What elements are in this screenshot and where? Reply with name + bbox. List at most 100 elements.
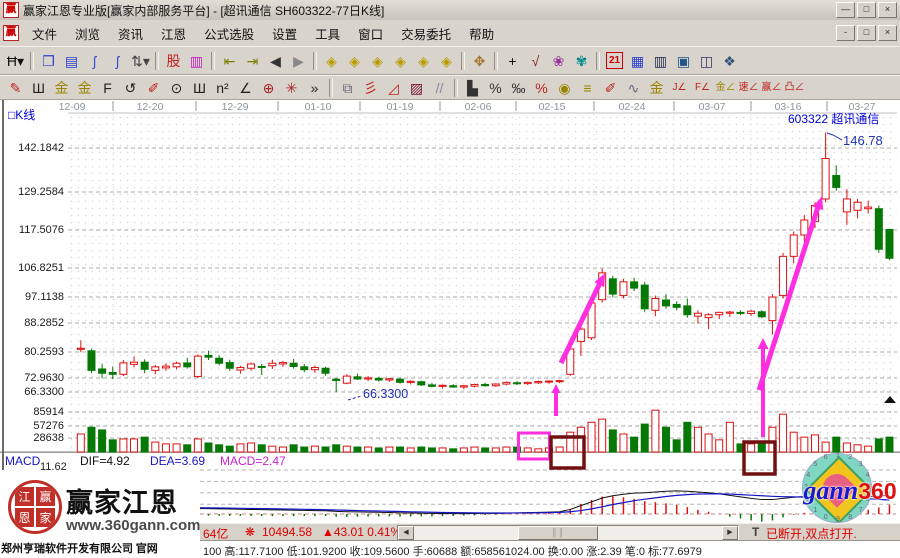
wave-line-icon[interactable]: ∿	[622, 77, 645, 99]
gann-compress-v-icon[interactable]: ◈	[435, 50, 458, 72]
menu-江恩[interactable]: 江恩	[152, 24, 195, 43]
ruler-icon[interactable]: ▙	[461, 77, 484, 99]
low-price-label: 66.3300	[363, 387, 408, 401]
compass-icon[interactable]: ⊕	[257, 77, 280, 99]
spiral-icon[interactable]: ↺	[119, 77, 142, 99]
report-icon[interactable]: ▤	[60, 50, 83, 72]
gann360-rim-digit: 1	[836, 452, 840, 459]
gann-expand-h-icon[interactable]: ◈	[366, 50, 389, 72]
price-axis-label: 106.8251	[2, 262, 64, 274]
parallel-icon[interactable]: //	[428, 77, 451, 99]
wave-a-icon[interactable]: ʃ	[83, 50, 106, 72]
rocket-pen-icon[interactable]: ✐	[142, 77, 165, 99]
menu-设置[interactable]: 设置	[263, 24, 306, 43]
brush2-icon[interactable]: ✐	[599, 77, 622, 99]
gann-zoom-in-icon[interactable]: ◈	[343, 50, 366, 72]
angle-icon[interactable]: ∠	[234, 77, 257, 99]
menu-工具[interactable]: 工具	[306, 24, 349, 43]
period-dropdown[interactable]: Ħ▾	[4, 50, 27, 72]
f-grid-icon[interactable]: F	[96, 77, 119, 99]
gann360-rim-digit: 6	[824, 454, 828, 461]
win-line-icon[interactable]: 赢∠	[760, 77, 783, 99]
cycle-dropdown[interactable]: ⇅▾	[129, 50, 152, 72]
first-page-icon[interactable]: ⇤	[218, 50, 241, 72]
gann-zoom-out-icon[interactable]: ◈	[320, 50, 343, 72]
window-close-button[interactable]: ×	[878, 2, 897, 18]
last-page-icon[interactable]: ⇥	[241, 50, 264, 72]
toolbar-separator	[313, 52, 317, 70]
child-minimize-button[interactable]: -	[836, 25, 855, 41]
gold-line2-icon[interactable]: 金∠	[714, 77, 737, 99]
notes-icon[interactable]: ▥	[649, 50, 672, 72]
j-line-icon[interactable]: J∠	[668, 77, 691, 99]
calendar-icon[interactable]: 21	[603, 50, 626, 72]
gann-compress-h-icon[interactable]: ◈	[389, 50, 412, 72]
fan-icon[interactable]: ◿	[382, 77, 405, 99]
price-axis-label: 72.9630	[2, 372, 64, 384]
scroll-left-button[interactable]: ◀	[398, 526, 414, 540]
child-maximize-button[interactable]: □	[857, 25, 876, 41]
more-tools-button[interactable]: »	[303, 77, 326, 99]
stock-pick-icon[interactable]: 股	[162, 50, 185, 72]
speed-line-icon[interactable]: 速∠	[737, 77, 760, 99]
box-frame-icon[interactable]: ⧉	[336, 77, 359, 99]
gold-grid-a-icon[interactable]: 金	[50, 77, 73, 99]
prev-page-icon[interactable]: ◀	[264, 50, 287, 72]
dea-value-label: DEA=3.69	[150, 454, 205, 468]
gann-box-icon[interactable]: ❀	[547, 50, 570, 72]
crosshair-icon[interactable]: +	[501, 50, 524, 72]
shade-grid-icon[interactable]: ▨	[405, 77, 428, 99]
wave-b-icon[interactable]: ʃ	[106, 50, 129, 72]
gold-grid-b-icon[interactable]: 金	[73, 77, 96, 99]
brand-url: www.360gann.com	[66, 517, 200, 534]
percent-frame-icon[interactable]: %	[484, 77, 507, 99]
child-close-button[interactable]: ×	[878, 25, 897, 41]
menu-浏览[interactable]: 浏览	[66, 24, 109, 43]
scroll-thumb[interactable]: ║║	[518, 526, 598, 540]
gold-angle-icon[interactable]: 金	[645, 77, 668, 99]
menu-交易委托[interactable]: 交易委托	[392, 24, 460, 43]
menu-窗口[interactable]: 窗口	[349, 24, 392, 43]
tu-line-icon[interactable]: 凸∠	[783, 77, 806, 99]
permille-icon[interactable]: ‰	[507, 77, 530, 99]
gold-levels-icon[interactable]: ≡	[576, 77, 599, 99]
time-circle-icon[interactable]: ⊙	[165, 77, 188, 99]
n2-icon[interactable]: n²	[211, 77, 234, 99]
monitor-icon[interactable]: ▣	[672, 50, 695, 72]
market-window-icon[interactable]: ❒	[37, 50, 60, 72]
menu-公式选股[interactable]: 公式选股	[195, 24, 263, 43]
f-line-icon[interactable]: F∠	[691, 77, 714, 99]
hand-tool-icon[interactable]: ✥	[468, 50, 491, 72]
save-media-icon[interactable]: ◫	[695, 50, 718, 72]
date-axis-label: 01-19	[387, 101, 414, 113]
gold-circle-icon[interactable]: ◉	[553, 77, 576, 99]
window-minimize-button[interactable]: —	[836, 2, 855, 18]
menu-资讯[interactable]: 资讯	[109, 24, 152, 43]
draw-pen-icon[interactable]: ✎	[4, 77, 27, 99]
gann-expand-v-icon[interactable]: ◈	[412, 50, 435, 72]
toolbar-separator	[454, 79, 458, 97]
order-cart-icon[interactable]: ❖	[718, 50, 741, 72]
menu-文件[interactable]: 文件	[23, 24, 66, 43]
price-axis-label: 129.2584	[2, 186, 64, 198]
percent-red-icon[interactable]: %	[530, 77, 553, 99]
fractal-icon[interactable]: ✾	[570, 50, 593, 72]
paint-bars-icon[interactable]: ▥	[185, 50, 208, 72]
scroll-right-button[interactable]: ▶	[722, 526, 738, 540]
next-page-icon[interactable]: ▶	[287, 50, 310, 72]
brand-name: 赢家江恩	[66, 481, 178, 520]
rays-icon[interactable]: 彡	[359, 77, 382, 99]
star-burst-icon[interactable]: ✳	[280, 77, 303, 99]
measure-icon[interactable]: √	[524, 50, 547, 72]
comb-icon[interactable]: Ш	[27, 77, 50, 99]
comb2-icon[interactable]: Ш	[188, 77, 211, 99]
menu-帮助[interactable]: 帮助	[460, 24, 503, 43]
gann360-text: gann	[803, 476, 858, 505]
date-axis-label: 02-24	[619, 101, 646, 113]
kline-toggle[interactable]: □K线	[8, 106, 35, 123]
calculator-icon[interactable]: ▦	[626, 50, 649, 72]
horizontal-scrollbar[interactable]: ◀ ║║ ▶	[397, 525, 739, 541]
window-maximize-button[interactable]: □	[857, 2, 876, 18]
gann360-rim-digit: 1	[813, 507, 817, 514]
macd-pane-title: MACD	[5, 454, 40, 468]
